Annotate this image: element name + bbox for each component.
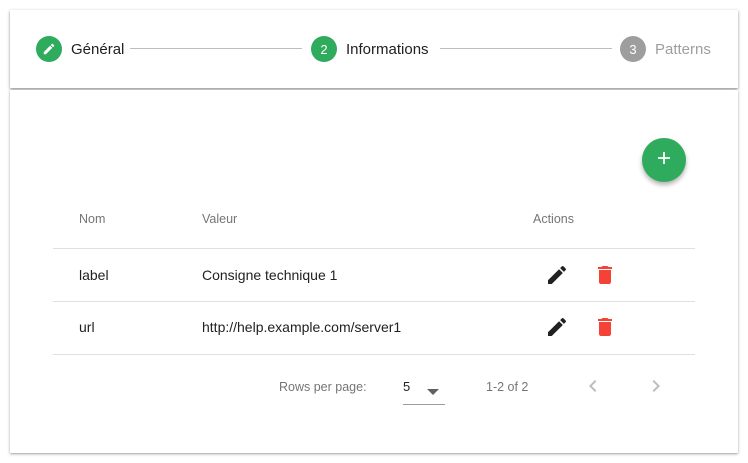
table-card	[10, 90, 738, 453]
step-connector	[130, 48, 302, 49]
header-divider	[53, 248, 695, 249]
delete-icon[interactable]	[593, 263, 617, 287]
step-general[interactable]: Général	[36, 36, 124, 62]
row-divider	[53, 354, 695, 355]
pagination-range: 1-2 of 2	[486, 380, 529, 394]
pencil-icon	[36, 36, 62, 62]
dropdown-arrow-icon	[427, 383, 439, 401]
column-header-valeur: Valeur	[202, 212, 238, 226]
step-number-badge: 3	[620, 36, 646, 62]
step-connector	[440, 48, 612, 49]
row-divider	[53, 301, 695, 302]
next-page-button[interactable]	[644, 374, 668, 398]
step-informations[interactable]: 2 Informations	[311, 36, 429, 62]
step-label: Général	[71, 40, 125, 58]
rows-per-page-value: 5	[403, 379, 411, 394]
prev-page-button[interactable]	[581, 374, 605, 398]
rows-per-page-select[interactable]: 5	[403, 374, 445, 405]
cell-valeur: http://help.example.com/server1	[202, 319, 402, 335]
step-patterns[interactable]: 3 Patterns	[620, 36, 711, 62]
rows-per-page-label: Rows per page:	[279, 380, 367, 394]
column-header-actions: Actions	[533, 212, 574, 226]
edit-icon[interactable]	[545, 263, 569, 287]
delete-icon[interactable]	[593, 315, 617, 339]
step-label: Patterns	[655, 40, 711, 58]
cell-valeur: Consigne technique 1	[202, 267, 338, 283]
cell-nom: url	[79, 319, 95, 335]
step-label: Informations	[346, 40, 429, 58]
plus-icon	[656, 150, 672, 171]
edit-icon[interactable]	[545, 315, 569, 339]
step-number-badge: 2	[311, 36, 337, 62]
cell-nom: label	[79, 267, 109, 283]
column-header-nom: Nom	[79, 212, 106, 226]
add-button[interactable]	[642, 138, 686, 182]
